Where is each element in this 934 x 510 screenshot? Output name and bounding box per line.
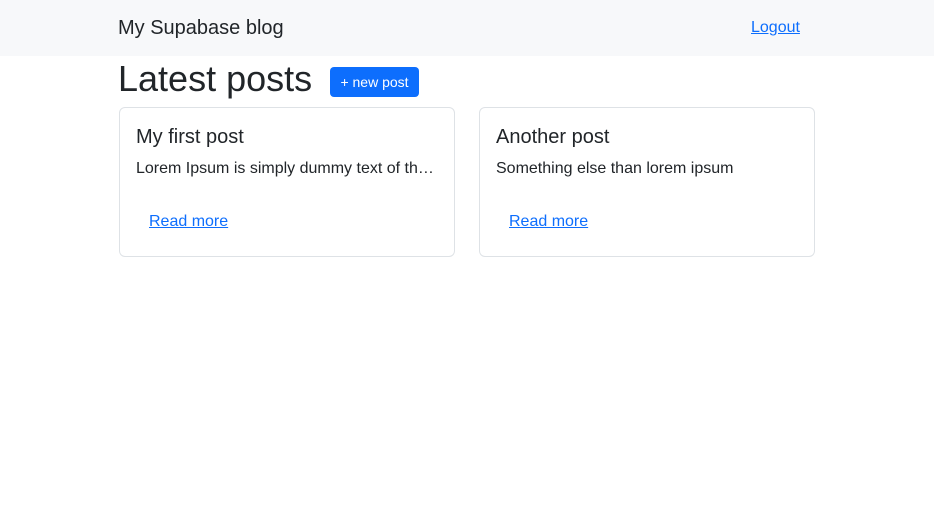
post-title: Another post	[496, 126, 610, 148]
read-more-link[interactable]: Read more	[149, 212, 228, 232]
read-more-link[interactable]: Read more	[509, 212, 588, 232]
navbar-brand[interactable]: My Supabase blog	[118, 16, 284, 40]
post-excerpt: Something else than lorem ipsum	[496, 160, 734, 177]
post-card: Another post Something else than lorem i…	[479, 107, 815, 257]
top-navbar: My Supabase blog Logout	[0, 0, 934, 56]
post-card: My first post Lorem Ipsum is simply dumm…	[119, 107, 455, 257]
logout-link[interactable]: Logout	[751, 18, 800, 38]
new-post-button[interactable]: + new post	[330, 67, 419, 97]
page-title: Latest posts	[118, 58, 313, 99]
post-excerpt: Lorem Ipsum is simply dummy text of the …	[136, 160, 438, 177]
post-title: My first post	[136, 126, 244, 148]
